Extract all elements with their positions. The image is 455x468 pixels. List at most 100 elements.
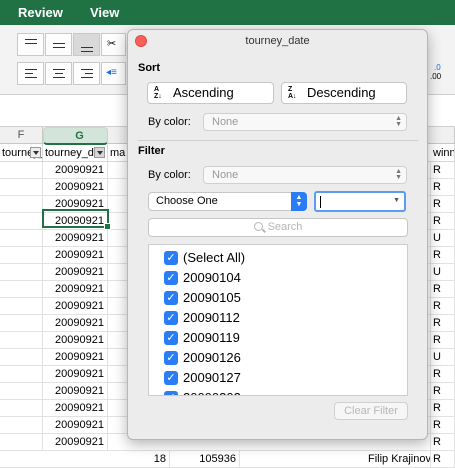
cell-winner-hand[interactable]: R — [431, 417, 455, 434]
sort-descending-button[interactable]: Z A↓ Descending — [281, 82, 407, 104]
cell-f[interactable] — [0, 281, 43, 298]
filter-section-label: Filter — [138, 145, 165, 157]
cell-player-id[interactable]: 105936 — [170, 451, 240, 468]
sort-ascending-label: Ascending — [173, 85, 234, 100]
checkbox-checked-icon[interactable]: ✓ — [164, 351, 178, 365]
checkbox-checked-icon[interactable]: ✓ — [164, 251, 178, 265]
cell-f[interactable] — [0, 247, 43, 264]
cell-winner-hand[interactable]: U — [431, 230, 455, 247]
header-match-num: ma — [108, 144, 128, 162]
text-orientation-button[interactable]: ✂ — [101, 33, 126, 56]
cell-winner-hand[interactable]: R — [431, 383, 455, 400]
filter-value-input[interactable]: ▼ — [314, 191, 406, 212]
cell-f[interactable] — [0, 434, 43, 451]
cell-f[interactable] — [0, 349, 43, 366]
chevron-down-icon[interactable]: ▼ — [393, 197, 400, 204]
cell-winner-hand[interactable]: R — [431, 196, 455, 213]
cell-f[interactable] — [0, 162, 43, 179]
cell-tourney-date[interactable]: 20090921 — [43, 315, 108, 332]
cell-f[interactable] — [0, 230, 43, 247]
cell-tourney-date[interactable]: 20090921 — [43, 162, 108, 179]
cell-f[interactable] — [0, 196, 43, 213]
cell-tourney-date[interactable]: 20090921 — [43, 179, 108, 196]
cell-winner-hand[interactable]: U — [431, 264, 455, 281]
divider — [138, 140, 418, 141]
filter-by-color-value: None — [212, 169, 239, 181]
cell-winner-hand[interactable]: R — [431, 366, 455, 383]
cell-tourney-date[interactable]: 20090921 — [43, 298, 108, 315]
column-header-f[interactable]: F — [0, 127, 43, 144]
cell-winner-hand[interactable]: R — [431, 179, 455, 196]
cell-winner-hand[interactable]: R — [431, 434, 455, 451]
cell-f[interactable] — [0, 417, 43, 434]
cell-f[interactable] — [0, 366, 43, 383]
cell-winner-hand[interactable]: U — [431, 349, 455, 366]
checkbox-checked-icon[interactable]: ✓ — [164, 371, 178, 385]
cell-tourney-date[interactable]: 20090921 — [43, 264, 108, 281]
align-bottom-button[interactable] — [73, 33, 100, 56]
cell-tourney-date[interactable]: 20090921 — [43, 434, 108, 451]
list-item-label: 20090126 — [183, 350, 241, 365]
cell-f[interactable] — [0, 332, 43, 349]
align-top-button[interactable] — [17, 33, 44, 56]
cell-winner-hand[interactable]: R — [431, 281, 455, 298]
search-icon — [253, 222, 263, 231]
cell-tourney-date[interactable]: 20090921 — [43, 332, 108, 349]
align-middle-button[interactable] — [45, 33, 72, 56]
column-header-g[interactable]: G — [43, 127, 108, 145]
align-right-button[interactable] — [73, 62, 100, 85]
cell-f[interactable] — [0, 179, 43, 196]
sort-section-label: Sort — [138, 62, 160, 74]
align-left-button[interactable] — [17, 62, 44, 85]
checkbox-checked-icon[interactable]: ✓ — [164, 331, 178, 345]
filter-dropdown-g-icon[interactable] — [94, 147, 105, 158]
align-center-button[interactable] — [45, 62, 72, 85]
checkbox-checked-icon[interactable]: ✓ — [164, 311, 178, 325]
filter-by-color-select[interactable]: None ▲ ▼ — [203, 166, 407, 184]
cell-tourney-date[interactable]: 20090921 — [43, 366, 108, 383]
cell-tourney-date[interactable]: 20090921 — [43, 247, 108, 264]
value-list[interactable]: ✓ (Select All) ✓ 20090104 ✓ 20090105 ✓ 20090112… — [148, 244, 408, 396]
selected-cell[interactable] — [42, 209, 111, 230]
cell-f[interactable] — [0, 264, 43, 281]
cell-winner-hand[interactable]: R — [431, 213, 455, 230]
cell-winner-hand[interactable]: R — [431, 315, 455, 332]
list-item-label: 20090104 — [183, 270, 241, 285]
cell-tourney-date[interactable]: 20090921 — [43, 230, 108, 247]
cell-winner-hand[interactable]: R — [431, 298, 455, 315]
filter-dropdown-f-icon[interactable] — [30, 147, 41, 158]
cell-f[interactable] — [0, 213, 43, 230]
decrease-indent-button[interactable]: ◂≡ — [101, 62, 126, 85]
cell-winner-hand[interactable]: R — [431, 400, 455, 417]
checkbox-checked-icon[interactable]: ✓ — [164, 391, 178, 395]
tab-review[interactable]: Review — [18, 5, 63, 20]
cell-winner-hand[interactable]: R — [431, 247, 455, 264]
table-row: 18 105936 Filip Krajinov R — [0, 451, 455, 468]
cell-player-name[interactable]: Filip Krajinov — [368, 451, 431, 468]
list-item-label: 20090202 — [183, 389, 241, 395]
list-item-label: 20090105 — [183, 290, 241, 305]
cell-winner-hand[interactable]: R — [431, 162, 455, 179]
cell-tourney-date[interactable]: 20090921 — [43, 417, 108, 434]
cell-f[interactable] — [0, 298, 43, 315]
condition-select[interactable]: Choose One ▲ ▼ — [148, 192, 307, 211]
cell-tourney-date[interactable]: 20090921 — [43, 281, 108, 298]
checkbox-checked-icon[interactable]: ✓ — [164, 271, 178, 285]
checkbox-checked-icon[interactable]: ✓ — [164, 291, 178, 305]
sort-by-color-select[interactable]: None ▲ ▼ — [203, 113, 407, 131]
cell-f[interactable] — [0, 315, 43, 332]
search-input[interactable]: Search — [148, 218, 408, 237]
cell-f[interactable] — [0, 383, 43, 400]
cell-match-num[interactable]: 18 — [108, 451, 170, 468]
cell-f[interactable] — [0, 400, 43, 417]
cell-tourney-date[interactable]: 20090921 — [43, 383, 108, 400]
clear-filter-button[interactable]: Clear Filter — [334, 402, 408, 420]
cell-winner-hand[interactable]: R — [431, 332, 455, 349]
cell-winner-hand[interactable]: R — [431, 451, 455, 468]
cell-tourney-date[interactable]: 20090921 — [43, 349, 108, 366]
sort-ascending-button[interactable]: A Z↓ Ascending — [147, 82, 274, 104]
cell-tourney-date[interactable]: 20090921 — [43, 400, 108, 417]
tab-view[interactable]: View — [90, 5, 119, 20]
popover-title: tourney_date — [245, 35, 310, 47]
decimal-icon[interactable]: .0.00 — [430, 63, 455, 86]
